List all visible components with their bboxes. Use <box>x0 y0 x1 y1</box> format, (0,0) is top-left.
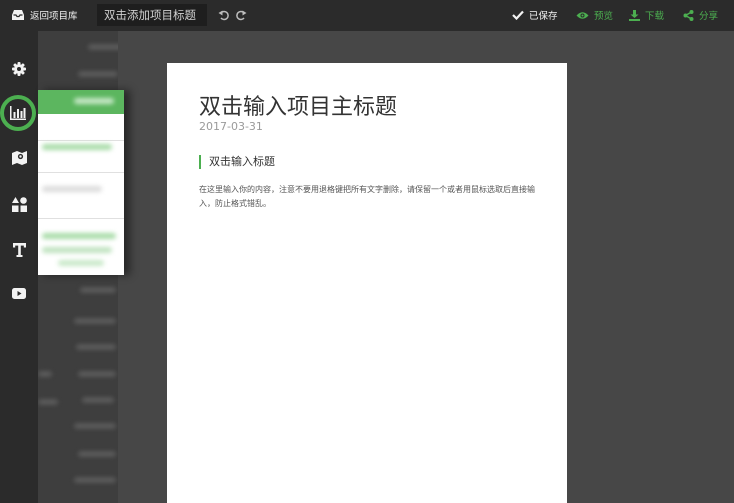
text-icon <box>12 243 26 257</box>
body-paragraph[interactable]: 在这里输入你的内容，注意不要用退格键把所有文字删除，请保留一个或者用鼠标选取后直… <box>199 183 539 211</box>
shapes-icon <box>11 196 27 212</box>
tool-rail <box>0 31 38 503</box>
video-icon <box>12 287 26 299</box>
project-main-title[interactable]: 双击输入项目主标题 <box>199 89 397 121</box>
project-title-input[interactable]: 双击添加项目标题 <box>97 4 207 26</box>
template-card[interactable] <box>38 90 124 275</box>
text-tool-button[interactable] <box>6 237 32 263</box>
settings-button[interactable] <box>6 56 32 82</box>
top-bar: 返回项目库 双击添加项目标题 已保存 预览 下载 分享 <box>0 0 734 31</box>
bar-chart-icon <box>10 106 26 120</box>
video-tool-button[interactable] <box>6 280 32 306</box>
share-icon <box>683 9 694 21</box>
back-to-library-button[interactable]: 返回项目库 <box>12 8 78 22</box>
project-date[interactable]: 2017-03-31 <box>199 120 263 133</box>
map-icon <box>11 151 27 165</box>
share-button[interactable]: 分享 <box>683 8 718 22</box>
download-button[interactable]: 下载 <box>629 8 664 22</box>
preview-button[interactable]: 预览 <box>576 8 613 22</box>
back-label: 返回项目库 <box>30 11 78 22</box>
check-icon <box>512 10 524 20</box>
download-icon <box>629 9 640 21</box>
gear-icon <box>12 62 26 76</box>
saved-status: 已保存 <box>512 8 558 22</box>
chart-tool-button[interactable] <box>0 95 36 131</box>
map-tool-button[interactable] <box>6 145 32 171</box>
shapes-tool-button[interactable] <box>6 191 32 217</box>
document-page[interactable]: 双击输入项目主标题 2017-03-31 双击输入标题 在这里输入你的内容，注意… <box>167 63 567 503</box>
undo-icon[interactable] <box>218 9 230 21</box>
redo-icon[interactable] <box>235 9 247 21</box>
inbox-icon <box>12 10 24 20</box>
section-heading[interactable]: 双击输入标题 <box>199 155 275 169</box>
eye-icon <box>576 11 589 19</box>
